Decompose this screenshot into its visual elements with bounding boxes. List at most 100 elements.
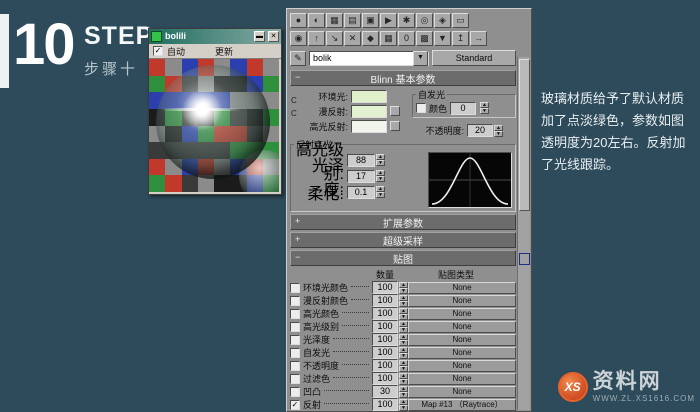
scrollbar-thumb[interactable] (519, 59, 530, 211)
map-enable-checkbox[interactable]: ✓ (290, 360, 300, 371)
lock-ambient-diffuse-icon[interactable]: Ϲ (291, 96, 297, 105)
map-amount-field[interactable]: 100 (372, 307, 398, 320)
rollout-maps[interactable]: − 贴图 (290, 250, 516, 266)
map-amount-spinner[interactable]: ▲ ▼ (399, 333, 408, 346)
auto-checkbox[interactable]: ✓ (153, 46, 163, 56)
scrollbar-marker (519, 253, 530, 265)
map-amount-spinner[interactable]: ▲ ▼ (399, 346, 408, 359)
specular-level-field[interactable]: 88 (347, 153, 375, 167)
sample-tiling-icon[interactable]: ▤ (344, 12, 361, 28)
map-slot-button[interactable]: None (408, 320, 516, 333)
map-amount-spinner[interactable]: ▲ ▼ (399, 385, 408, 398)
map-amount-field[interactable]: 100 (372, 372, 398, 385)
map-amount-field[interactable]: 100 (372, 320, 398, 333)
specular-color-swatch[interactable] (351, 119, 387, 133)
soften-spinner[interactable]: ▲ ▼ (376, 186, 385, 198)
show-end-result-icon[interactable]: ▼ (434, 30, 451, 46)
panel-scrollbar[interactable] (517, 57, 530, 410)
pick-material-eyedropper-icon[interactable]: ✎ (290, 50, 306, 66)
background-icon[interactable]: ▦ (326, 12, 343, 28)
rollout-extended-parameters[interactable]: + 扩展参数 (290, 214, 516, 230)
map-enable-checkbox[interactable]: ✓ (290, 399, 300, 410)
chevron-down-icon[interactable]: ▼ (413, 50, 428, 66)
reset-map-icon[interactable]: ✕ (344, 30, 361, 46)
go-parent-icon[interactable]: ↥ (452, 30, 469, 46)
opacity-value-field[interactable]: 20 (467, 124, 493, 137)
update-menu-item[interactable]: 更新 (215, 45, 233, 58)
specular-map-shortcut-button[interactable] (390, 121, 400, 131)
put-to-library-icon[interactable]: ▦ (380, 30, 397, 46)
map-amount-field[interactable]: 100 (372, 359, 398, 372)
map-row: ✓ 环境光颜色 100 ▲▼ None (290, 281, 516, 294)
assign-material-icon[interactable]: ↘ (326, 30, 343, 46)
diffuse-map-shortcut-button[interactable] (390, 106, 400, 116)
map-amount-field[interactable]: 100 (372, 281, 398, 294)
map-enable-checkbox[interactable]: ✓ (290, 295, 300, 306)
opacity-spinner[interactable]: ▲ ▼ (494, 124, 503, 137)
glossiness-field[interactable]: 17 (347, 169, 375, 183)
material-id-icon[interactable]: 0 (398, 30, 415, 46)
map-enable-checkbox[interactable]: ✓ (290, 334, 300, 345)
map-amount-field[interactable]: 100 (372, 398, 398, 411)
material-map-navigator-icon[interactable]: ◈ (434, 12, 451, 28)
map-enable-checkbox[interactable]: ✓ (290, 282, 300, 293)
video-color-check-icon[interactable]: ▣ (362, 12, 379, 28)
map-enable-checkbox[interactable]: ✓ (290, 321, 300, 332)
material-type-button[interactable]: Standard (432, 50, 516, 66)
close-button[interactable]: ✕ (268, 31, 279, 42)
map-enable-checkbox[interactable]: ✓ (290, 386, 300, 397)
map-slot-button[interactable]: None (408, 307, 516, 320)
map-amount-spinner[interactable]: ▲ ▼ (399, 294, 408, 307)
map-slot-button[interactable]: None (408, 281, 516, 294)
map-enable-checkbox[interactable]: ✓ (290, 347, 300, 358)
put-to-scene-icon[interactable]: ↑ (308, 30, 325, 46)
rollout-supersampling[interactable]: + 超级采样 (290, 232, 516, 248)
map-amount-spinner[interactable]: ▲ ▼ (399, 281, 408, 294)
material-name-combo[interactable]: bolik ▼ (309, 50, 429, 66)
lock-diffuse-specular-icon[interactable]: Ϲ (291, 109, 297, 118)
options-icon[interactable]: ✱ (398, 12, 415, 28)
map-slot-button[interactable]: None (408, 385, 516, 398)
backlight-icon[interactable]: ◐ (308, 12, 325, 28)
map-slot-button[interactable]: None (408, 359, 516, 372)
make-preview-icon[interactable]: ▶ (380, 12, 397, 28)
specular-level-spinner[interactable]: ▲ ▼ (376, 154, 385, 166)
selfillum-value-field[interactable]: 0 (450, 101, 477, 115)
selfillum-spinner[interactable]: ▲ ▼ (480, 102, 490, 114)
highlight-flare (179, 87, 225, 133)
minimize-button[interactable]: ▬ (254, 31, 265, 42)
map-slot-button[interactable]: None (408, 294, 516, 307)
preview-title-bar[interactable]: bolili ▬ ✕ (149, 29, 281, 44)
map-amount-field[interactable]: 100 (372, 333, 398, 346)
preview-window-title: bolili (165, 31, 186, 41)
map-amount-spinner[interactable]: ▲ ▼ (399, 307, 408, 320)
map-amount-field[interactable]: 100 (372, 346, 398, 359)
map-amount-field[interactable]: 100 (372, 294, 398, 307)
map-slot-button[interactable]: Map #13 （Raytrace） (408, 398, 516, 411)
diffuse-color-swatch[interactable] (351, 104, 387, 118)
map-enable-checkbox[interactable]: ✓ (290, 373, 300, 384)
sample-type-sphere-icon[interactable]: ● (290, 12, 307, 28)
rollout-blinn-basic[interactable]: − Blinn 基本参数 (290, 70, 516, 86)
select-by-material-icon[interactable]: ◎ (416, 12, 433, 28)
sample-window-icon[interactable]: ▭ (452, 12, 469, 28)
go-sibling-icon[interactable]: → (470, 30, 487, 46)
map-slot-button[interactable]: None (408, 346, 516, 359)
glossiness-spinner[interactable]: ▲ ▼ (376, 170, 385, 182)
map-slot-button[interactable]: None (408, 333, 516, 346)
soften-field[interactable]: 0.1 (347, 185, 375, 199)
tutorial-caption: 玻璃材质给予了默认材质 加了点淡绿色，参数如图 透明度为20左右。反射加 了光线… (541, 88, 695, 176)
map-enable-checkbox[interactable]: ✓ (290, 308, 300, 319)
map-amount-spinner[interactable]: ▲ ▼ (399, 359, 408, 372)
map-amount-spinner[interactable]: ▲ ▼ (399, 398, 408, 411)
map-amount-spinner[interactable]: ▲ ▼ (399, 320, 408, 333)
selfillum-color-checkbox[interactable] (416, 103, 426, 113)
map-amount-spinner[interactable]: ▲ ▼ (399, 372, 408, 385)
map-amount-field[interactable]: 30 (372, 385, 398, 398)
map-slot-button[interactable]: None (408, 372, 516, 385)
make-unique-icon[interactable]: ◆ (362, 30, 379, 46)
ambient-color-swatch[interactable] (351, 89, 387, 103)
get-material-icon[interactable]: ◉ (290, 30, 307, 46)
map-channel-label: 高光颜色 (303, 309, 340, 319)
show-map-icon[interactable]: ▩ (416, 30, 433, 46)
